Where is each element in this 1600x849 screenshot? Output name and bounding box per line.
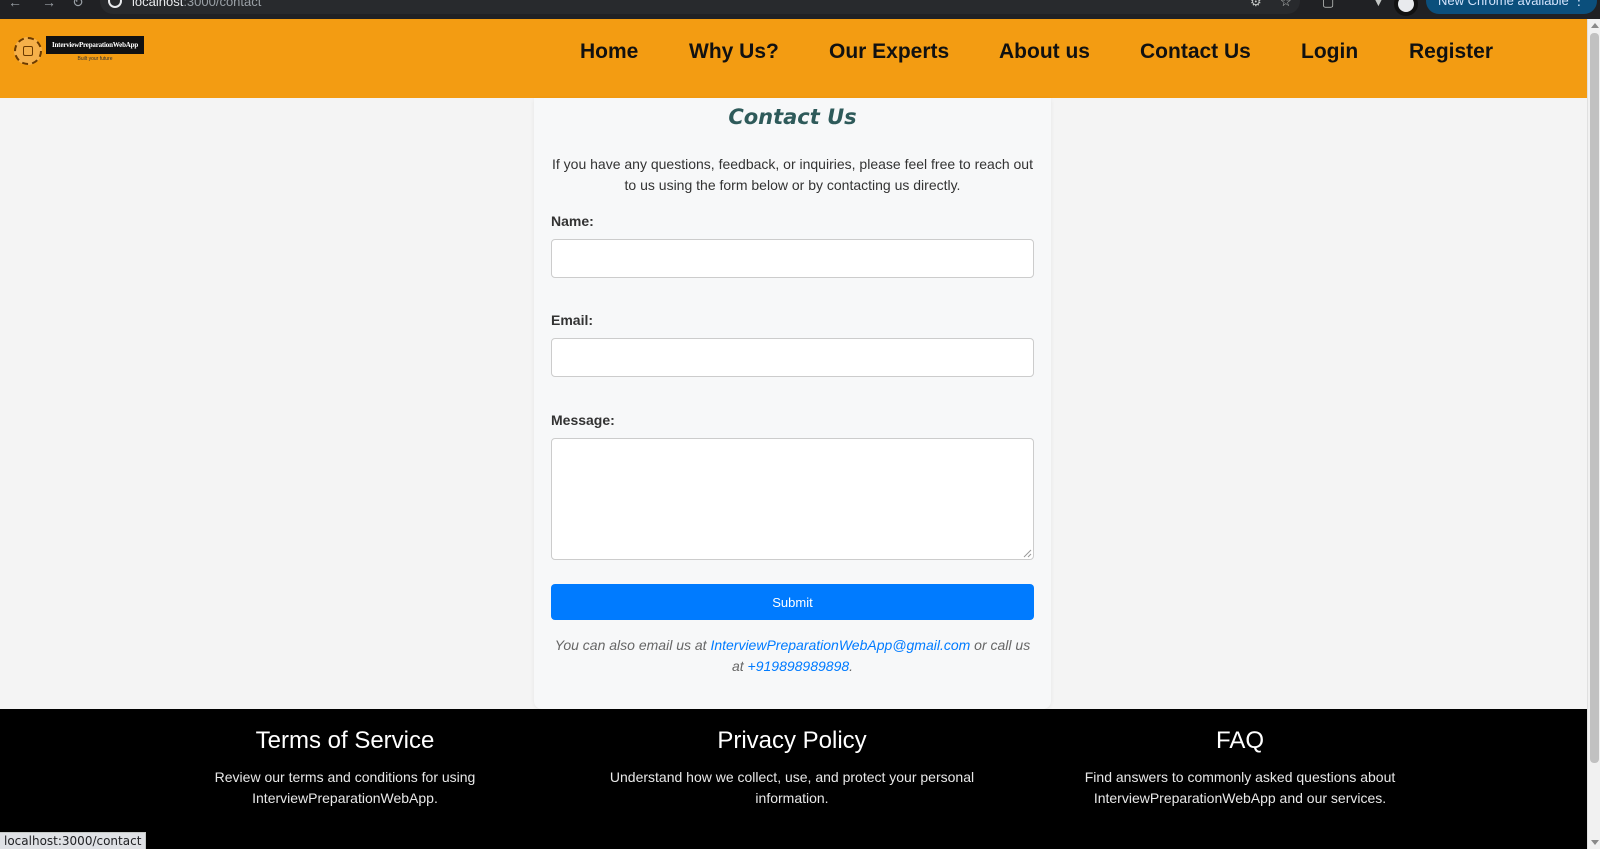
footer-terms-title[interactable]: Terms of Service — [205, 727, 485, 755]
download-icon[interactable]: ▼ — [1372, 0, 1385, 9]
contact-intro: If you have any questions, feedback, or … — [552, 156, 1033, 193]
scroll-down-arrow-icon[interactable] — [1591, 840, 1599, 845]
site-footer: Terms of Service Review our terms and co… — [0, 709, 1587, 849]
footer-faq-title[interactable]: FAQ — [1070, 727, 1410, 755]
footer-privacy: Privacy Policy Understand how we collect… — [602, 727, 982, 809]
address-bar[interactable] — [100, 0, 1300, 14]
scroll-up-arrow-icon[interactable] — [1591, 23, 1599, 28]
email-link[interactable]: InterviewPreparationWebApp@gmail.com — [710, 637, 970, 653]
email-label: Email: — [551, 312, 594, 328]
logo-emblem-icon — [14, 37, 42, 65]
reload-icon[interactable]: ↻ — [72, 0, 84, 11]
back-icon[interactable]: ← — [8, 0, 22, 10]
footer-terms-text: Review our terms and conditions for usin… — [214, 769, 476, 806]
nav-login[interactable]: Login — [1301, 40, 1358, 64]
browser-status-bar: localhost:3000/contact — [0, 832, 147, 849]
resize-grip-icon[interactable] — [1022, 548, 1032, 558]
email-field[interactable] — [551, 338, 1034, 377]
nav-about-us[interactable]: About us — [999, 40, 1090, 64]
scroll-thumb[interactable] — [1590, 33, 1599, 763]
chrome-update-button[interactable]: New Chrome available ⋮ — [1426, 0, 1598, 14]
profile-avatar[interactable] — [1394, 0, 1418, 16]
page-scrollbar[interactable] — [1587, 19, 1600, 849]
browser-toolbar: ← → ↻ localhost:3000/contact ⚙ ☆ ▢ ▼ New… — [0, 0, 1600, 19]
message-label: Message: — [551, 412, 615, 428]
footer-faq-text: Find answers to commonly asked questions… — [1084, 769, 1396, 806]
footer-terms: Terms of Service Review our terms and co… — [205, 727, 485, 809]
extensions-icon[interactable]: ▢ — [1322, 0, 1334, 10]
logo-tagline: Built your future — [77, 56, 113, 62]
address-bar-url[interactable]: localhost:3000/contact — [132, 0, 261, 9]
contact-card: Contact Us If you have any questions, fe… — [534, 98, 1051, 709]
page-title: Contact Us — [728, 105, 857, 129]
nav-home[interactable]: Home — [580, 40, 638, 64]
footer-faq: FAQ Find answers to commonly asked quest… — [1070, 727, 1410, 809]
translate-icon[interactable]: ⚙ — [1250, 0, 1262, 10]
bookmark-star-icon[interactable]: ☆ — [1280, 0, 1292, 10]
message-textarea[interactable] — [551, 438, 1034, 560]
forward-icon[interactable]: → — [42, 0, 56, 10]
nav-why-us[interactable]: Why Us? — [689, 40, 779, 64]
logo-title: InterviewPreparationWebApp — [46, 36, 144, 54]
also-prefix-text: You can also email us at — [554, 637, 711, 653]
name-field[interactable] — [551, 239, 1034, 278]
nav-contact-us[interactable]: Contact Us — [1140, 40, 1251, 64]
contact-alternatives: You can also email us at InterviewPrepar… — [550, 635, 1035, 677]
footer-privacy-text: Understand how we collect, use, and prot… — [609, 769, 975, 806]
also-suffix-text: . — [849, 658, 854, 674]
nav-our-experts[interactable]: Our Experts — [829, 40, 949, 64]
site-logo[interactable]: InterviewPreparationWebApp Built your fu… — [14, 34, 146, 68]
footer-privacy-title[interactable]: Privacy Policy — [602, 727, 982, 755]
phone-link[interactable]: +919898989898 — [748, 658, 850, 674]
submit-button[interactable]: Submit — [551, 584, 1034, 620]
nav-register[interactable]: Register — [1409, 40, 1493, 64]
name-label: Name: — [551, 213, 594, 229]
